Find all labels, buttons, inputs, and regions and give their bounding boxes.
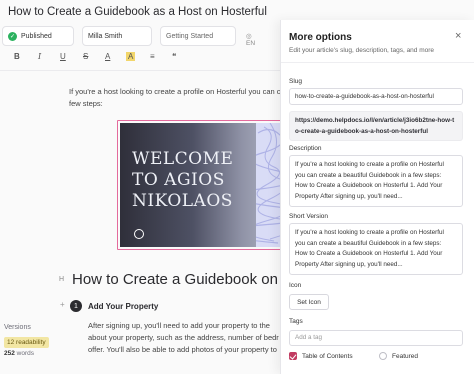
heading-handle-icon[interactable]: H bbox=[59, 276, 64, 283]
cover-line: NIKOLAOS bbox=[132, 191, 233, 211]
featured-label: Featured bbox=[392, 352, 419, 360]
more-options-panel: More options × Edit your article's slug,… bbox=[280, 20, 474, 374]
readability-badge: 12 readability bbox=[4, 337, 49, 348]
bold-button[interactable]: B bbox=[14, 52, 20, 61]
step-number-badge: 1 bbox=[70, 300, 82, 312]
close-icon[interactable]: × bbox=[455, 30, 461, 42]
table-of-contents-label: Table of Contents bbox=[302, 352, 353, 360]
topographic-pattern bbox=[256, 123, 282, 247]
description-line: Property After signing up, you'll need..… bbox=[295, 192, 403, 200]
description-line: you can create a beautiful Guidebook in … bbox=[295, 171, 442, 179]
status-dropdown[interactable]: ✓ Published bbox=[2, 26, 74, 46]
globe-icon: ◎ bbox=[246, 33, 252, 40]
intro-paragraph-line[interactable]: few steps: bbox=[69, 98, 103, 110]
description-textarea[interactable]: If you're a host looking to create a pro… bbox=[289, 155, 463, 207]
article-url-line: https://demo.helpdocs.io/l/en/article/j3… bbox=[295, 117, 455, 124]
step-paragraph-line[interactable]: After signing up, you'll need to add you… bbox=[88, 320, 270, 332]
category-dropdown[interactable]: Getting Started bbox=[160, 26, 236, 46]
article-url-line: o-create-a-guidebook-as-a-host-on-hoster… bbox=[295, 127, 428, 135]
quote-button[interactable]: ❝ bbox=[172, 52, 176, 61]
cover-line: TO AGIOS bbox=[132, 170, 225, 190]
panel-title: More options bbox=[289, 32, 352, 43]
article-title[interactable]: How to Create a Guidebook as a Host on H… bbox=[8, 6, 267, 18]
italic-button[interactable]: I bbox=[38, 52, 41, 61]
cover-headline: WELCOME TO AGIOS NIKOLAOS bbox=[132, 149, 233, 212]
category-label: Getting Started bbox=[166, 32, 214, 40]
panel-subtitle: Edit your article's slug, description, t… bbox=[289, 47, 435, 54]
strikethrough-button[interactable]: S bbox=[83, 52, 88, 61]
short-version-label: Short Version bbox=[289, 213, 329, 220]
text-color-button[interactable]: A bbox=[105, 52, 110, 61]
align-button[interactable]: ≡ bbox=[150, 52, 155, 61]
slug-label: Slug bbox=[289, 78, 303, 85]
author-dropdown[interactable]: Milla Smith bbox=[82, 26, 152, 46]
word-count: 252 words bbox=[4, 350, 34, 357]
radio-unchecked-icon[interactable] bbox=[379, 352, 387, 360]
status-label: Published bbox=[21, 32, 52, 40]
set-icon-button[interactable]: Set Icon bbox=[289, 294, 329, 310]
author-label: Milla Smith bbox=[88, 32, 123, 40]
icon-label: Icon bbox=[289, 282, 302, 289]
check-circle-icon: ✓ bbox=[8, 31, 17, 41]
checkbox-checked-icon[interactable] bbox=[289, 352, 297, 360]
section-heading[interactable]: How to Create a Guidebook on H bbox=[72, 271, 293, 288]
table-of-contents-toggle[interactable]: Table of Contents bbox=[289, 352, 353, 360]
language-label: EN bbox=[246, 40, 256, 47]
article-url-field[interactable]: https://demo.helpdocs.io/l/en/article/j3… bbox=[289, 111, 463, 141]
word-count-value: 252 bbox=[4, 350, 15, 357]
step-title[interactable]: Add Your Property bbox=[88, 302, 158, 311]
word-count-label: words bbox=[16, 350, 35, 357]
tags-placeholder: Add a tag bbox=[295, 334, 322, 341]
short-version-line: you can create a beautiful Guidebook in … bbox=[295, 239, 442, 247]
tags-input[interactable]: Add a tag bbox=[289, 330, 463, 346]
tags-label: Tags bbox=[289, 318, 303, 325]
description-line: How to Create a Guidebook on Hosterful 1… bbox=[295, 182, 443, 189]
slug-input[interactable]: how-to-create-a-guidebook-as-a-host-on-h… bbox=[289, 88, 463, 105]
short-version-line: Property After signing up, you'll need..… bbox=[295, 260, 403, 268]
cover-image: WELCOME TO AGIOS NIKOLAOS bbox=[120, 123, 282, 247]
short-version-line: How to Create a Guidebook on Hosterful 1… bbox=[295, 250, 443, 257]
panel-divider bbox=[281, 62, 474, 63]
short-version-textarea[interactable]: If you're a host looking to create a pro… bbox=[289, 223, 463, 275]
intro-paragraph-line[interactable]: If you're a host looking to create a pro… bbox=[69, 86, 281, 98]
description-label: Description bbox=[289, 145, 322, 152]
step-paragraph-line[interactable]: about your property, such as the address… bbox=[88, 332, 279, 344]
play-icon[interactable] bbox=[134, 229, 144, 239]
highlight-button[interactable]: A bbox=[126, 52, 136, 61]
description-line: If you're a host looking to create a pro… bbox=[295, 161, 444, 168]
cover-image-frame[interactable]: WELCOME TO AGIOS NIKOLAOS bbox=[117, 120, 285, 250]
short-version-line: If you're a host looking to create a pro… bbox=[295, 229, 444, 236]
add-block-icon[interactable]: + bbox=[60, 300, 65, 309]
step-paragraph-line[interactable]: offer. You'll also be able to add photos… bbox=[88, 344, 277, 356]
language-selector[interactable]: ◎ EN bbox=[246, 32, 255, 47]
cover-line: WELCOME bbox=[132, 149, 234, 169]
featured-toggle[interactable]: Featured bbox=[379, 352, 418, 360]
underline-button[interactable]: U bbox=[60, 52, 66, 61]
versions-link[interactable]: Versions bbox=[4, 324, 31, 331]
